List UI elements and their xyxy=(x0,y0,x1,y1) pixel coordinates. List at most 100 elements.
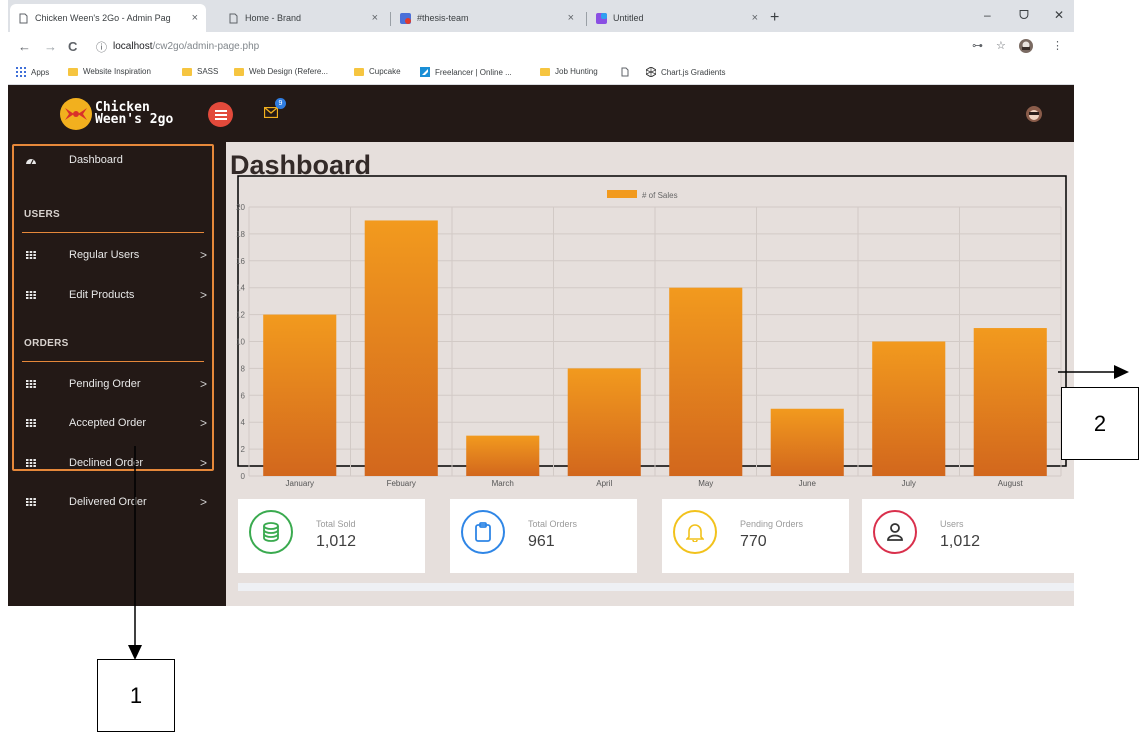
y-tick-label: 18 xyxy=(236,230,245,239)
legend-swatch xyxy=(607,190,637,198)
bookmark-page[interactable] xyxy=(620,67,635,77)
minimize-button[interactable]: – xyxy=(984,8,991,22)
key-icon[interactable]: ⊶ xyxy=(972,39,983,52)
bar-june xyxy=(770,408,844,476)
stat-ring xyxy=(673,510,717,554)
tab-untitled[interactable]: Untitled × xyxy=(588,4,766,32)
bookmark-label: Cupcake xyxy=(369,67,401,76)
user-icon xyxy=(887,523,903,541)
codepen-icon xyxy=(646,67,656,77)
forward-button[interactable]: → xyxy=(44,39,57,54)
maximize-button[interactable]: ᗜ xyxy=(1019,8,1029,23)
grid-icon xyxy=(26,498,36,506)
menu-toggle-button[interactable] xyxy=(208,102,233,127)
user-avatar[interactable] xyxy=(1026,106,1042,127)
section-divider xyxy=(22,232,204,233)
tab-thesis-team[interactable]: #thesis-team × xyxy=(392,4,582,32)
bookmark-label: Freelancer | Online ... xyxy=(435,67,512,77)
bookmark-freelancer[interactable]: Freelancer | Online ... xyxy=(420,67,512,77)
page-icon xyxy=(621,67,629,77)
url-host: localhost xyxy=(113,41,153,52)
browser-window: Chicken Ween's 2Go - Admin Pag × Home - … xyxy=(8,0,1074,606)
bookmark-chartjs-gradients[interactable]: Chart.js Gradients xyxy=(646,67,725,77)
stat-card-total-orders: Total Orders 961 xyxy=(450,499,637,573)
tab-separator xyxy=(586,12,587,26)
info-icon[interactable]: ⓘ xyxy=(96,39,107,55)
bookmark-apps[interactable]: Apps xyxy=(16,67,49,77)
tab-title: Chicken Ween's 2Go - Admin Pag xyxy=(35,13,171,23)
new-tab-button[interactable]: + xyxy=(770,9,779,27)
y-tick-label: 10 xyxy=(236,338,245,347)
reload-button[interactable]: C xyxy=(68,39,77,54)
bell-icon xyxy=(686,524,704,542)
sidebar-item-delivered-order[interactable]: Delivered Order > xyxy=(12,487,214,517)
address-bar-row: ← → C ⓘ localhost/cw2go/admin-page.php ⊶… xyxy=(8,32,1074,61)
sidebar-item-regular-users[interactable]: Regular Users > xyxy=(12,240,214,270)
bar-april xyxy=(567,368,641,476)
y-tick-label: 12 xyxy=(236,311,245,320)
stat-card-users: Users 1,012 xyxy=(862,499,1074,573)
bookmark-star-icon[interactable]: ☆ xyxy=(996,39,1006,52)
messages-button[interactable]: 9 xyxy=(263,98,286,123)
browser-menu-icon[interactable]: ⋮ xyxy=(1052,39,1063,52)
close-icon[interactable]: × xyxy=(568,12,574,24)
folder-icon xyxy=(68,67,78,76)
sidebar-item-label: Edit Products xyxy=(69,289,135,301)
stat-ring xyxy=(461,510,505,554)
clipboard-icon xyxy=(475,522,491,542)
stat-value: 1,012 xyxy=(316,533,357,550)
legend-label: # of Sales xyxy=(642,191,678,200)
folder-icon xyxy=(182,67,192,76)
bar-january xyxy=(263,314,337,476)
y-tick-label: 2 xyxy=(241,445,246,454)
sidebar-item-label: Pending Order xyxy=(69,378,141,390)
url-input[interactable]: ⓘ localhost/cw2go/admin-page.php xyxy=(96,36,1016,57)
grid-icon xyxy=(26,251,36,259)
y-tick-label: 14 xyxy=(236,284,245,293)
sidebar-item-declined-order[interactable]: Declined Order > xyxy=(12,448,214,478)
dashboard-gauge-icon xyxy=(26,158,36,164)
sidebar-item-edit-products[interactable]: Edit Products > xyxy=(12,280,214,310)
chevron-right-icon: > xyxy=(200,495,208,509)
window-close-button[interactable]: ✕ xyxy=(1054,8,1064,22)
close-icon[interactable]: × xyxy=(372,12,378,24)
profile-avatar[interactable] xyxy=(1019,39,1033,58)
bookmark-cupcake[interactable]: Cupcake xyxy=(354,67,401,76)
y-tick-label: 8 xyxy=(241,364,246,373)
tab-title: Home - Brand xyxy=(245,13,302,23)
apps-grid-icon xyxy=(16,67,26,77)
hamburger-icon xyxy=(214,109,227,120)
bookmark-label: Job Hunting xyxy=(555,67,598,76)
stat-label: Total Orders xyxy=(528,519,578,529)
sidebar-item-label: Accepted Order xyxy=(69,417,147,429)
y-tick-label: 16 xyxy=(236,257,245,266)
tab-home-brand[interactable]: Home - Brand × xyxy=(220,4,386,32)
close-icon[interactable]: × xyxy=(192,12,198,24)
stat-ring xyxy=(873,510,917,554)
folder-icon xyxy=(540,67,550,76)
folder-icon xyxy=(354,67,364,76)
bookmark-website-inspiration[interactable]: Website Inspiration xyxy=(68,67,151,76)
bookmark-web-design[interactable]: Web Design (Refere... xyxy=(234,67,328,76)
bookmark-label: Apps xyxy=(31,67,50,77)
sidebar-item-label: Delivered Order xyxy=(69,496,147,508)
chevron-right-icon: > xyxy=(200,248,208,262)
bookmark-job-hunting[interactable]: Job Hunting xyxy=(540,67,598,76)
bookmark-sass[interactable]: SASS xyxy=(182,67,218,76)
sidebar-item-pending-order[interactable]: Pending Order > xyxy=(12,369,214,399)
app-topbar: Chicken Ween's 2go 9 xyxy=(8,85,1074,142)
back-button[interactable]: ← xyxy=(18,39,31,54)
close-icon[interactable]: × xyxy=(752,12,758,24)
page-viewport: Chicken Ween's 2go 9 Dashboard USERS Reg… xyxy=(8,85,1074,606)
section-divider xyxy=(22,361,204,362)
grid-icon xyxy=(26,291,36,299)
bookmark-label: SASS xyxy=(197,67,219,76)
brand-logo[interactable]: Chicken Ween's 2go xyxy=(60,98,173,130)
tab-bar: Chicken Ween's 2Go - Admin Pag × Home - … xyxy=(8,0,1074,32)
sidebar-item-label: Declined Order xyxy=(69,457,143,469)
tab-admin-page[interactable]: Chicken Ween's 2Go - Admin Pag × xyxy=(10,4,206,32)
bookmarks-bar: Apps Website Inspiration SASS Web Design… xyxy=(8,61,1074,85)
sidebar-item-dashboard[interactable]: Dashboard xyxy=(12,145,214,175)
sidebar-item-accepted-order[interactable]: Accepted Order > xyxy=(12,408,214,438)
mail-count-badge: 9 xyxy=(275,98,286,109)
